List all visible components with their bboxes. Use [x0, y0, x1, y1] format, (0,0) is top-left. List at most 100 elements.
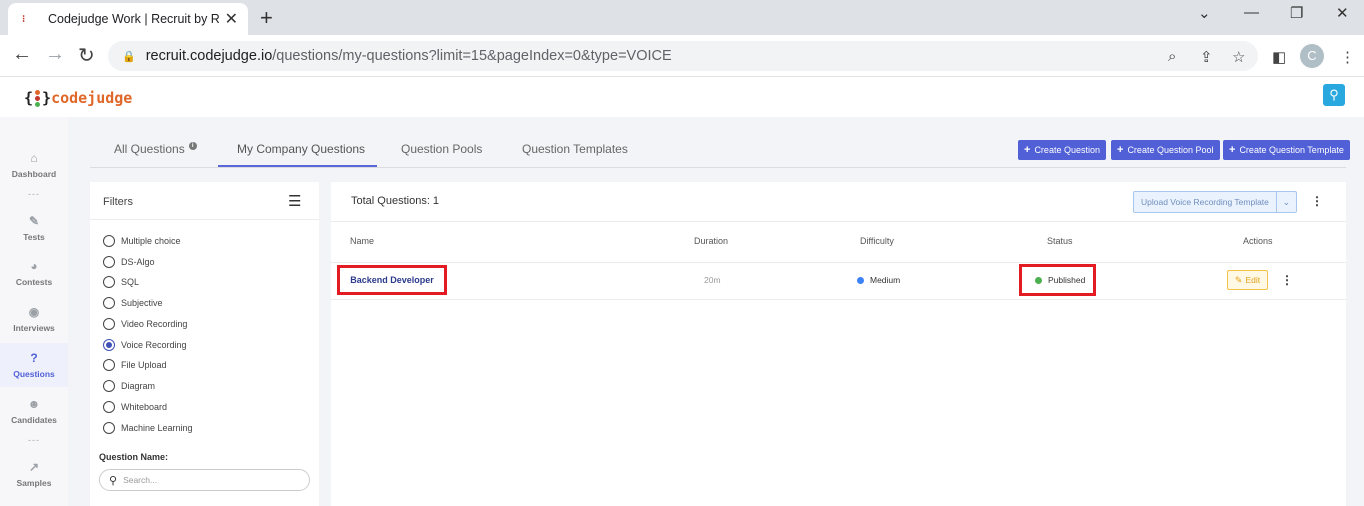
difficulty-dot-icon	[857, 276, 864, 284]
sidebar-item-dashboard[interactable]: ⌂ Dashboard	[0, 151, 68, 179]
upload-voice-template-button[interactable]: Upload Voice Recording Template ⌄	[1133, 191, 1297, 213]
filter-option-ds-algo[interactable]: DS-Algo	[103, 256, 155, 268]
create-pool-label: Create Question Pool	[1127, 145, 1214, 155]
sidebar-item-label: Samples	[16, 478, 52, 488]
sidebar-separator: ---	[28, 435, 40, 445]
filter-option-machine-learning[interactable]: Machine Learning	[103, 422, 193, 434]
restore-button[interactable]: ❐	[1290, 4, 1303, 22]
divider	[331, 299, 1346, 300]
codejudge-logo[interactable]: {}codejudge	[24, 89, 132, 108]
radio-button[interactable]	[103, 297, 115, 309]
radio-button-selected[interactable]	[103, 339, 115, 351]
radio-button[interactable]	[103, 318, 115, 330]
filter-option-voice-recording[interactable]: Voice Recording	[103, 339, 187, 351]
radio-button[interactable]	[103, 380, 115, 392]
filter-option-label: Multiple choice	[121, 236, 181, 246]
side-panel-icon[interactable]: ◧	[1272, 48, 1286, 66]
sidebar-item-interviews[interactable]: ◉ Interviews	[0, 305, 68, 333]
filter-option-video-recording[interactable]: Video Recording	[103, 318, 187, 330]
sidebar-item-samples[interactable]: ↗ Samples	[0, 460, 68, 488]
radio-button[interactable]	[103, 422, 115, 434]
search-icon: ⚲	[109, 474, 118, 487]
total-questions: Total Questions: 1	[351, 195, 440, 207]
filter-option-label: Diagram	[121, 381, 156, 391]
status-label: Published	[1048, 275, 1086, 285]
star-icon[interactable]: ☆	[1232, 48, 1245, 66]
sidebar-item-label: Dashboard	[11, 169, 57, 179]
radio-button[interactable]	[103, 359, 115, 371]
filter-option-multiple-choice[interactable]: Multiple choice	[103, 235, 181, 247]
radio-button[interactable]	[103, 401, 115, 413]
logo-brace-open: {	[24, 89, 34, 107]
active-tab-indicator	[218, 165, 377, 167]
info-icon[interactable]: i	[188, 142, 197, 150]
tab-my-company-questions[interactable]: My Company Questions	[237, 142, 365, 156]
question-name-link[interactable]: Backend Developer	[337, 265, 447, 295]
sidebar-item-contests[interactable]: ◕ Contests	[0, 259, 68, 287]
forward-arrow-icon[interactable]: →	[45, 43, 65, 66]
create-question-template-button[interactable]: + Create Question Template	[1223, 140, 1350, 160]
tab-question-templates[interactable]: Question Templates	[522, 142, 628, 156]
lock-icon: 🔒	[122, 50, 136, 63]
chevron-down-icon[interactable]: ⌄	[1198, 4, 1211, 22]
person-icon[interactable]: ⚲	[1323, 84, 1345, 106]
filter-option-diagram[interactable]: Diagram	[103, 380, 155, 392]
sidebar-item-questions[interactable]: ? Questions	[0, 343, 68, 387]
new-tab-button[interactable]: +	[260, 5, 273, 31]
browser-tab[interactable]: ⁝ Codejudge Work | Recruit by Rea ✕	[8, 3, 248, 35]
logo-brace-close: }	[42, 89, 52, 107]
sidebar-item-tests[interactable]: ✎ Tests	[0, 214, 68, 242]
close-icon[interactable]: ✕	[225, 9, 238, 29]
filter-option-label: Whiteboard	[121, 402, 168, 412]
create-question-button[interactable]: + Create Question	[1018, 140, 1106, 160]
profile-avatar[interactable]: C	[1300, 44, 1324, 68]
chevron-down-icon[interactable]: ⌄	[1275, 192, 1296, 212]
zoom-icon[interactable]: ⌕	[1168, 48, 1176, 65]
question-name-label: Question Name:	[99, 452, 169, 462]
status-dot-icon	[1035, 276, 1042, 284]
column-header-status: Status	[1047, 236, 1073, 246]
filter-option-file-upload[interactable]: File Upload	[103, 359, 167, 371]
browser-tab-title: Codejudge Work | Recruit by Rea	[48, 12, 219, 26]
filter-option-sql[interactable]: SQL	[103, 276, 139, 288]
question-circle-icon: ?	[30, 351, 38, 365]
more-options-icon[interactable]: ⋮	[1311, 194, 1323, 208]
sidebar-item-label: Questions	[13, 369, 55, 379]
url-host: recruit.codejudge.io	[145, 48, 273, 64]
search-placeholder: Search...	[123, 475, 158, 485]
podcast-icon: ◉	[28, 305, 40, 319]
pie-chart-icon: ◕	[30, 259, 38, 273]
sidebar-item-candidates[interactable]: ☻ Candidates	[0, 397, 68, 425]
sidebar: ⌂ Dashboard --- ✎ Tests ◕ Contests ◉ Int…	[0, 117, 68, 506]
close-window-button[interactable]: ✕	[1336, 4, 1349, 22]
back-arrow-icon[interactable]: ←	[12, 43, 32, 66]
plus-icon: +	[1229, 144, 1236, 156]
filter-option-label: SQL	[121, 277, 140, 287]
hamburger-menu-icon[interactable]: ☰	[288, 192, 301, 210]
questions-table-panel: Total Questions: 1 Upload Voice Recordin…	[331, 182, 1346, 506]
tab-all-questions[interactable]: All Questions i	[114, 142, 197, 156]
reload-icon[interactable]: ↻	[78, 43, 95, 68]
filter-option-subjective[interactable]: Subjective	[103, 297, 163, 309]
address-bar[interactable]: 🔒 recruit.codejudge.io/questions/my-ques…	[108, 41, 1258, 71]
codejudge-favicon-icon: ⁝	[22, 13, 26, 25]
minimize-button[interactable]: —	[1244, 4, 1259, 21]
create-question-pool-button[interactable]: + Create Question Pool	[1111, 140, 1220, 160]
tab-question-pools[interactable]: Question Pools	[401, 142, 482, 156]
sidebar-separator: ---	[28, 189, 40, 199]
radio-button[interactable]	[103, 276, 115, 288]
row-more-options-icon[interactable]: ⋮	[1281, 273, 1293, 287]
share-icon[interactable]: ⇪	[1200, 48, 1213, 66]
filter-option-label: Voice Recording	[121, 340, 187, 350]
question-difficulty: Medium	[857, 275, 900, 285]
difficulty-label: Medium	[870, 275, 901, 285]
filter-option-whiteboard[interactable]: Whiteboard	[103, 401, 167, 413]
question-name-search-input[interactable]: ⚲ Search...	[99, 469, 310, 491]
radio-button[interactable]	[103, 256, 115, 268]
radio-button[interactable]	[103, 235, 115, 247]
divider	[90, 219, 319, 220]
column-header-difficulty: Difficulty	[860, 236, 894, 246]
sidebar-item-label: Candidates	[11, 415, 57, 425]
edit-button[interactable]: ✎ Edit	[1227, 270, 1268, 290]
browser-menu-icon[interactable]: ⋮	[1340, 48, 1355, 66]
